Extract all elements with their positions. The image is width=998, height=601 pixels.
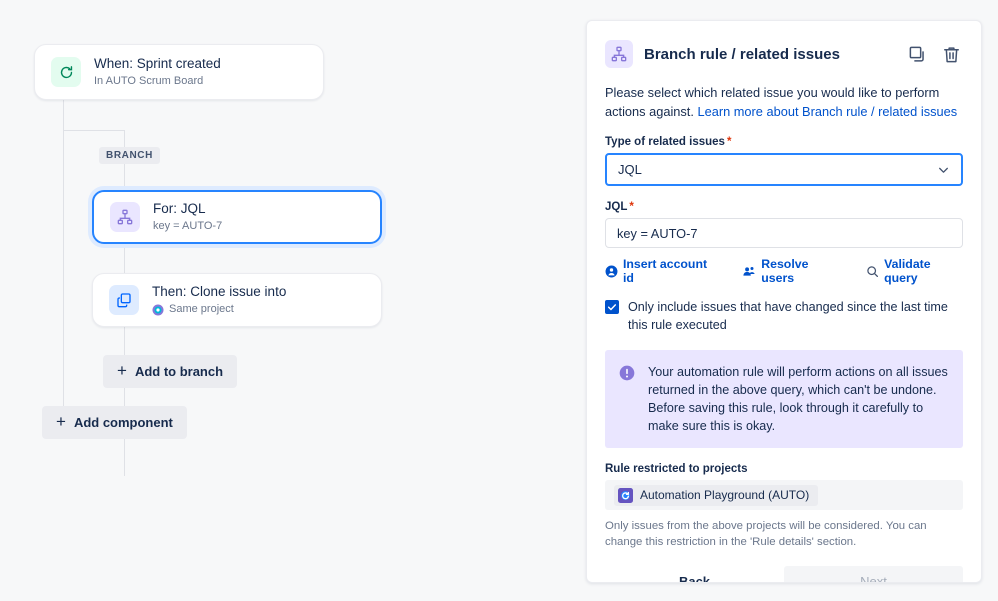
required-marker: * <box>629 201 634 213</box>
connector-branch-to-action <box>124 244 125 273</box>
panel-description: Please select which related issue you wo… <box>605 83 963 121</box>
learn-more-link[interactable]: Learn more about Branch rule / related i… <box>697 104 957 119</box>
info-exclamation-icon <box>619 365 635 435</box>
add-component-button[interactable]: + Add component <box>42 406 187 439</box>
person-icon <box>605 265 618 278</box>
app-root: When: Sprint created In AUTO Scrum Board… <box>0 0 998 601</box>
connector-branch-horizontal <box>63 130 125 131</box>
validate-query-link[interactable]: Validate query <box>866 257 963 285</box>
only-changed-issues-checkbox[interactable] <box>605 300 619 314</box>
action-node-title: Then: Clone issue into <box>152 284 287 299</box>
back-button[interactable]: Back <box>605 566 784 583</box>
type-select-value: JQL <box>618 162 642 177</box>
jql-helper-links: Insert account id Resolve users Validate… <box>605 257 963 285</box>
search-icon <box>866 265 879 278</box>
jql-label: JQL * <box>605 201 963 213</box>
insert-account-id-label: Insert account id <box>623 257 708 285</box>
panel-header: Branch rule / related issues <box>605 39 963 69</box>
jql-input-value: key = AUTO-7 <box>617 225 698 241</box>
automation-rule-canvas: When: Sprint created In AUTO Scrum Board… <box>0 0 586 601</box>
connector-trunk-to-add-component <box>63 383 64 406</box>
trigger-node-title: When: Sprint created <box>94 56 221 71</box>
connector-trunk <box>63 100 64 421</box>
configuration-panel: Branch rule / related issues Please sele… <box>586 20 982 583</box>
resolve-users-link[interactable]: Resolve users <box>742 257 840 285</box>
resolve-users-label: Resolve users <box>761 257 809 285</box>
trash-icon[interactable] <box>940 43 963 66</box>
required-marker: * <box>726 136 732 148</box>
project-chip-label: Automation Playground (AUTO) <box>640 488 810 502</box>
type-of-related-issues-select[interactable]: JQL <box>605 153 963 186</box>
jql-input[interactable]: key = AUTO-7 <box>605 218 963 248</box>
panel-header-actions <box>906 43 963 66</box>
only-changed-issues-row: Only include issues that have changed si… <box>605 298 963 334</box>
sprint-refresh-icon <box>51 57 81 87</box>
project-avatar-icon <box>152 304 164 316</box>
next-button[interactable]: Next <box>784 566 963 582</box>
duplicate-icon[interactable] <box>906 43 929 66</box>
panel-footer: Back Next <box>605 566 963 583</box>
warning-info-text: Your automation rule will perform action… <box>648 365 948 433</box>
add-to-branch-button[interactable]: + Add to branch <box>103 355 238 388</box>
rule-restricted-label: Rule restricted to projects <box>605 463 748 475</box>
type-of-related-issues-label: Type of related issues * <box>605 136 963 148</box>
restriction-note: Only issues from the above projects will… <box>605 520 927 548</box>
add-to-branch-label: Add to branch <box>134 364 224 379</box>
branch-node-title: For: JQL <box>153 201 206 216</box>
people-icon <box>742 265 756 278</box>
rule-restricted-projects-field: Automation Playground (AUTO) <box>605 480 963 510</box>
plus-icon: + <box>117 361 127 380</box>
branch-tag: BRANCH <box>99 147 160 164</box>
action-node-subtitle: Same project <box>169 303 234 315</box>
panel-title: Branch rule / related issues <box>644 45 840 63</box>
branch-hierarchy-icon <box>605 40 633 68</box>
type-label-text: Type of related issues <box>605 136 725 148</box>
only-changed-issues-label: Only include issues that have changed si… <box>628 300 948 332</box>
warning-info-box: Your automation rule will perform action… <box>605 350 963 448</box>
action-node-subtitle-wrap: Same project <box>152 302 286 317</box>
plus-icon: + <box>56 412 66 431</box>
trigger-node-subtitle: In AUTO Scrum Board <box>94 75 204 87</box>
branch-node-for-jql[interactable]: For: JQL key = AUTO-7 <box>92 190 382 244</box>
validate-query-label: Validate query <box>884 257 931 285</box>
branch-node-subtitle: key = AUTO-7 <box>153 220 223 232</box>
add-component-label: Add component <box>73 415 173 430</box>
chevron-down-icon <box>937 163 950 176</box>
project-avatar-icon <box>618 487 633 503</box>
trigger-node-sprint-created[interactable]: When: Sprint created In AUTO Scrum Board <box>34 44 324 100</box>
insert-account-id-link[interactable]: Insert account id <box>605 257 716 285</box>
project-chip[interactable]: Automation Playground (AUTO) <box>614 484 819 506</box>
clone-copy-icon <box>109 285 139 315</box>
branch-hierarchy-icon <box>110 202 140 232</box>
action-node-clone-issue[interactable]: Then: Clone issue into Same project <box>92 273 382 327</box>
connector-action-to-add <box>124 327 125 355</box>
jql-label-text: JQL <box>605 201 628 213</box>
